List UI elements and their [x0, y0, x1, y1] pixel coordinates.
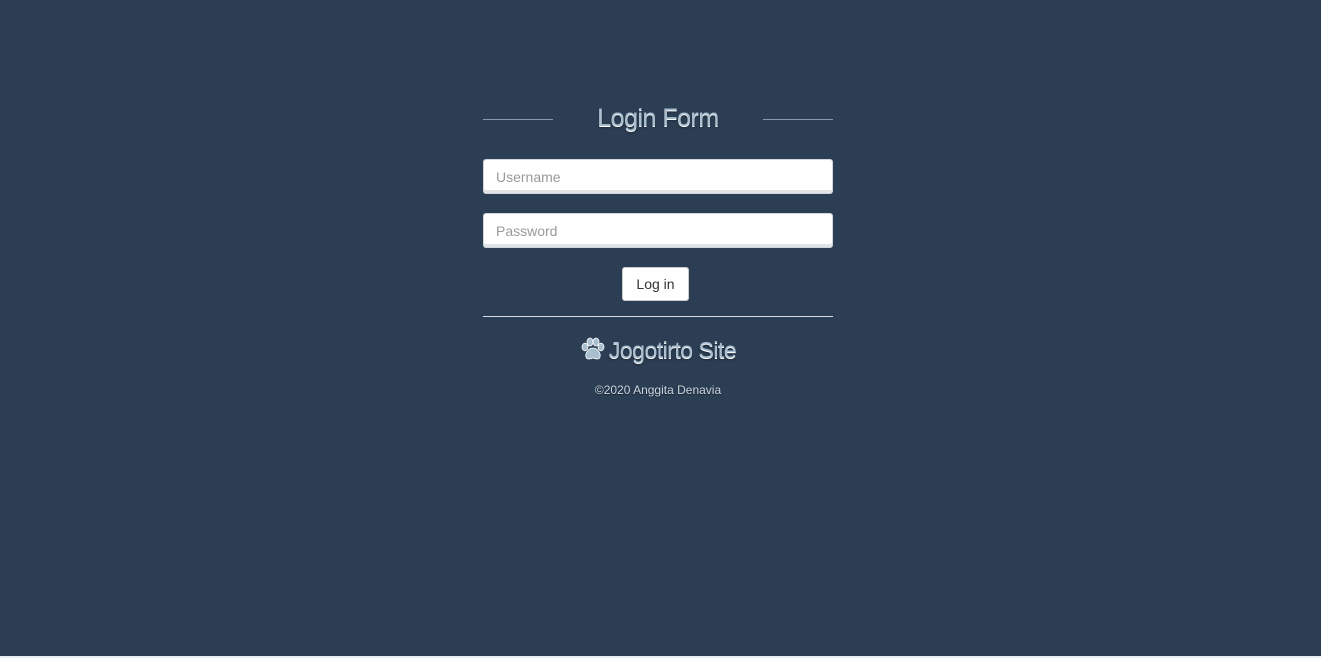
login-form: Login Form Log in Jogotirto Site ©2020 A… — [483, 100, 833, 397]
login-button[interactable]: Log in — [622, 267, 689, 301]
paw-icon — [580, 337, 606, 361]
username-input[interactable] — [483, 159, 833, 194]
submit-row: Log in — [483, 267, 833, 301]
site-name: Jogotirto Site — [608, 337, 737, 363]
form-header: Login Form — [483, 100, 833, 140]
password-input[interactable] — [483, 213, 833, 248]
form-separator — [483, 316, 833, 317]
copyright-text: ©2020 Anggita Denavia — [594, 383, 722, 397]
site-brand: Jogotirto Site — [483, 337, 833, 371]
title-divider-right — [763, 119, 833, 120]
